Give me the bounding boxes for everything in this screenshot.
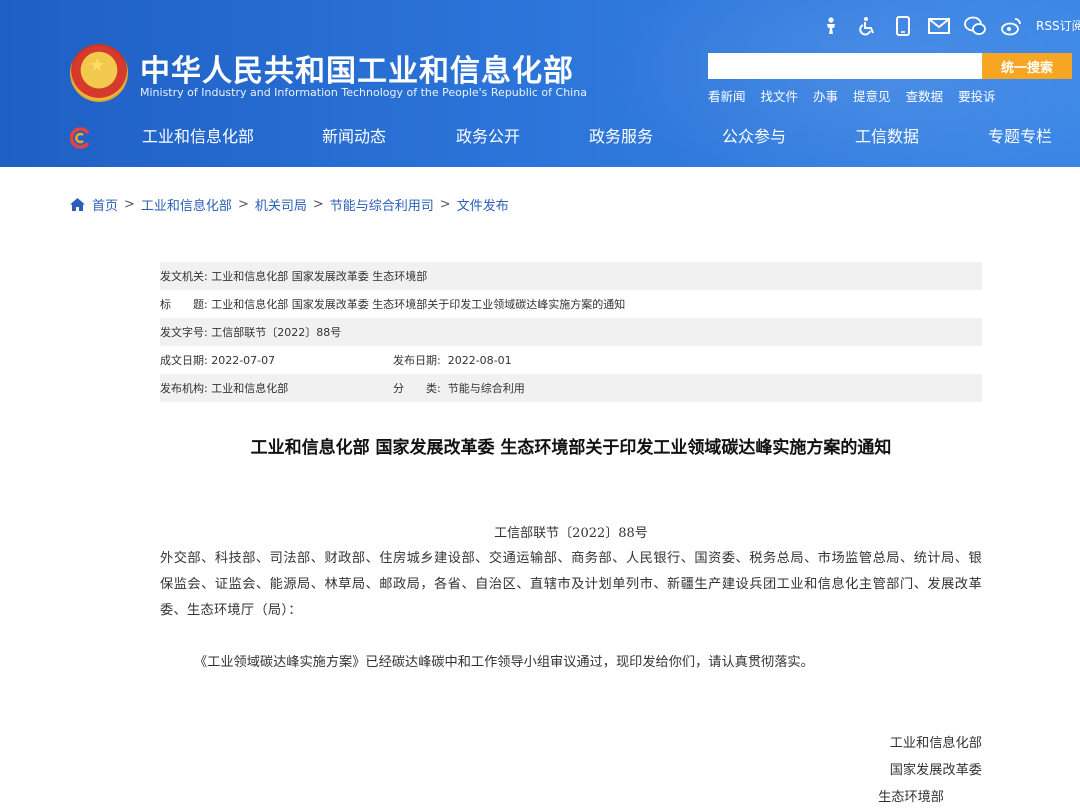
accessibility-icon[interactable] [820,15,842,37]
nav-item-gov-services[interactable]: 政务服务 [589,112,653,162]
meta-publisher-label: 发布机构: [160,382,208,395]
meta-doc-no-label: 发文字号: [160,326,208,339]
signature-miit: 工业和信息化部 [889,736,982,751]
quick-link-news[interactable]: 看新闻 [708,86,746,105]
meta-title-label: 标 题: [160,298,208,311]
top-icon-bar: RSS订阅 [820,12,1080,40]
meta-issuer-value: 工业和信息化部 国家发展改革委 生态环境部 [211,270,428,283]
breadcrumb-home[interactable]: 首页 [92,195,118,214]
breadcrumb: 首页 > 工业和信息化部 > 机关司局 > 节能与综合利用司 > 文件发布 [70,195,509,214]
quick-link-complaint[interactable]: 要投诉 [958,86,996,105]
mobile-icon[interactable] [892,15,914,37]
meta-published-label: 发布日期: [393,354,441,367]
quick-link-services[interactable]: 办事 [813,86,838,105]
meta-doc-no-value: 工信部联节〔2022〕88号 [211,326,342,339]
site-subtitle: Ministry of Industry and Information Tec… [140,86,587,99]
national-emblem-icon: ★ [70,44,128,102]
miit-logo-icon[interactable] [68,126,90,149]
nav-item-topics[interactable]: 专题专栏 [988,112,1052,162]
meta-created-label: 成文日期: [160,354,208,367]
quick-link-data[interactable]: 查数据 [906,86,944,105]
nav-item-open-gov[interactable]: 政务公开 [456,112,520,162]
meta-row-publisher: 发布机构: 工业和信息化部 分 类: 节能与综合利用 [160,374,982,402]
meta-row-doc-no: 发文字号: 工信部联节〔2022〕88号 [160,318,982,346]
wheelchair-icon[interactable] [856,15,878,37]
site-header: ★ 中华人民共和国工业和信息化部 Ministry of Industry an… [0,0,1080,167]
meta-issuer-label: 发文机关: [160,270,208,283]
breadcrumb-departments[interactable]: 机关司局 [255,195,307,214]
meta-title-value: 工业和信息化部 国家发展改革委 生态环境部关于印发工业领域碳达峰实施方案的通知 [211,298,626,311]
meta-row-title: 标 题: 工业和信息化部 国家发展改革委 生态环境部关于印发工业领域碳达峰实施方… [160,290,982,318]
meta-publisher-value: 工业和信息化部 [211,382,289,395]
meta-row-issuer: 发文机关: 工业和信息化部 国家发展改革委 生态环境部 [160,262,982,290]
meta-published-value: 2022-08-01 [447,354,512,367]
nav-item-public-participation[interactable]: 公众参与 [722,112,786,162]
wechat-icon[interactable] [964,15,986,37]
quick-links: 看新闻 找文件 办事 提意见 查数据 要投诉 [708,86,996,105]
meta-created-value: 2022-07-07 [211,353,276,367]
site-title[interactable]: 中华人民共和国工业和信息化部 [140,46,574,90]
breadcrumb-miit[interactable]: 工业和信息化部 [141,195,232,214]
breadcrumb-energy-dept[interactable]: 节能与综合利用司 [330,195,434,214]
document-number: 工信部联节〔2022〕88号 [494,526,648,541]
signature-mee: 生态环境部 [878,790,944,805]
document-heading: 工业和信息化部 国家发展改革委 生态环境部关于印发工业领域碳达峰实施方案的通知 [250,438,892,458]
mail-icon[interactable] [928,15,950,37]
document-recipients: 外交部、科技部、司法部、财政部、住房城乡建设部、交通运输部、商务部、人民银行、国… [160,551,982,618]
meta-category-label: 分 类: [393,382,441,395]
meta-row-dates: 成文日期: 2022-07-07 发布日期: 2022-08-01 [160,346,982,374]
search-input[interactable] [708,53,982,79]
nav-item-data[interactable]: 工信数据 [855,112,919,162]
search-button[interactable]: 统一搜索 [982,53,1072,79]
weibo-icon[interactable] [1000,15,1022,37]
breadcrumb-separator: > [312,196,324,212]
nav-item-miit[interactable]: 工业和信息化部 [142,112,254,162]
document-body: 《工业领域碳达峰实施方案》已经碳达峰碳中和工作领导小组审议通过，现印发给你们，请… [194,655,814,670]
nav-item-news[interactable]: 新闻动态 [322,112,386,162]
home-icon[interactable] [70,197,85,211]
quick-link-files[interactable]: 找文件 [761,86,799,105]
meta-published-cell: 发布日期: 2022-08-01 [393,352,512,368]
breadcrumb-separator: > [439,196,451,212]
quick-link-feedback[interactable]: 提意见 [853,86,891,105]
breadcrumb-separator: > [237,196,249,212]
signature-ndrc: 国家发展改革委 [889,763,982,778]
breadcrumb-file-release[interactable]: 文件发布 [457,195,509,214]
main-nav: 工业和信息化部 新闻动态 政务公开 政务服务 公众参与 工信数据 专题专栏 [0,112,1080,162]
meta-category-value: 节能与综合利用 [447,382,525,395]
rss-link[interactable]: RSS订阅 [1036,15,1080,37]
document-meta-table: 发文机关: 工业和信息化部 国家发展改革委 生态环境部 标 题: 工业和信息化部… [160,262,982,402]
meta-category-cell: 分 类: 节能与综合利用 [393,380,525,396]
breadcrumb-separator: > [124,196,135,212]
